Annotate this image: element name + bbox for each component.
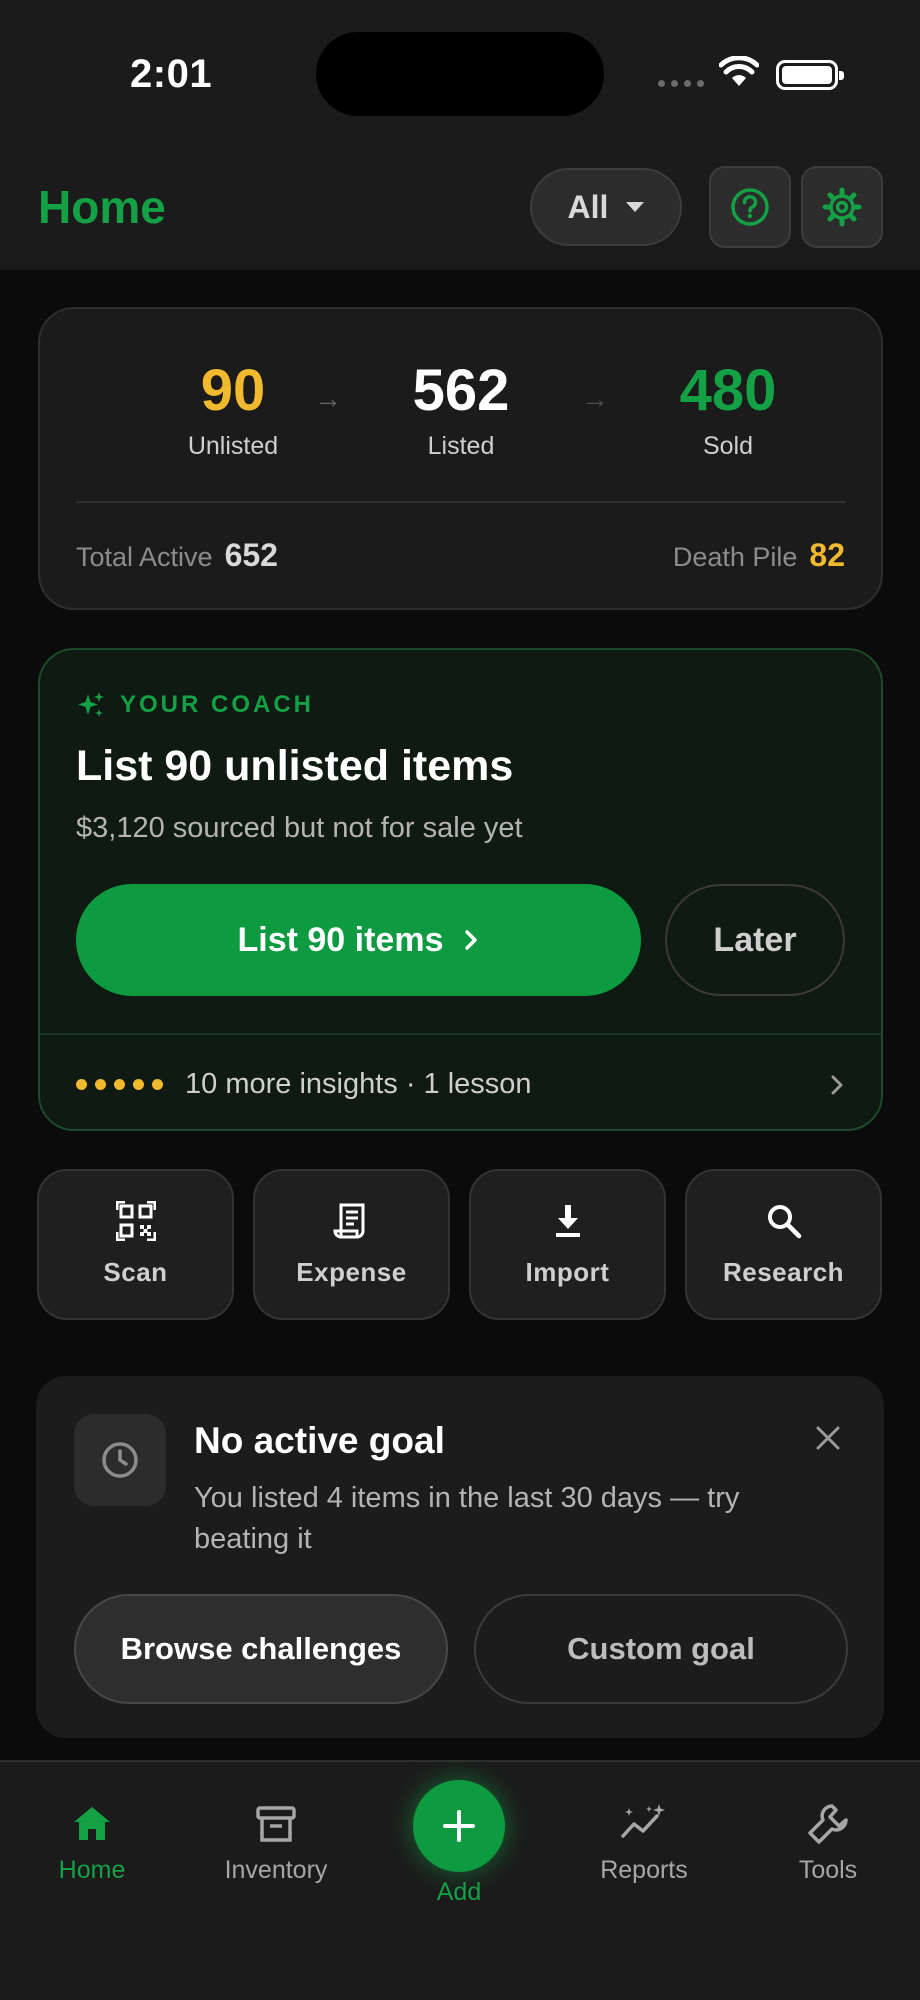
help-button[interactable] xyxy=(709,166,791,248)
home-screen: 2:01 Home All 90 Unlisted → 562 Listed →… xyxy=(0,0,920,2000)
coach-eyebrow-text: YOUR COACH xyxy=(120,691,315,718)
later-button[interactable]: Later xyxy=(665,884,845,996)
stat-unlisted[interactable]: 90 Unlisted xyxy=(133,357,333,461)
add-label[interactable]: Add xyxy=(409,1878,509,1907)
quick-action-expense[interactable]: Expense xyxy=(253,1169,450,1320)
death-pile[interactable]: Death Pile 82 xyxy=(673,537,845,574)
dynamic-island xyxy=(316,32,604,116)
list-items-button[interactable]: List 90 items xyxy=(76,884,641,996)
tab-tools[interactable]: Tools xyxy=(748,1802,908,1885)
receipt-icon xyxy=(332,1203,364,1239)
sparkles-icon xyxy=(78,692,104,717)
total-active: Total Active 652 xyxy=(76,537,278,574)
goal-card: No active goal You listed 4 items in the… xyxy=(36,1376,884,1738)
filter-label: All xyxy=(567,188,609,225)
custom-goal-button[interactable]: Custom goal xyxy=(474,1594,848,1704)
plus-icon xyxy=(443,1810,475,1842)
list-items-button-label: List 90 items xyxy=(237,920,444,959)
divider xyxy=(40,1033,881,1035)
coach-subtitle: $3,120 sourced but not for sale yet xyxy=(76,812,523,844)
wrench-icon xyxy=(808,1804,848,1844)
stat-listed-label: Listed xyxy=(427,432,495,460)
browse-challenges-button[interactable]: Browse challenges xyxy=(74,1594,448,1704)
page-title: Home xyxy=(38,181,166,233)
trend-sparkle-icon xyxy=(621,1804,665,1838)
goal-icon-box xyxy=(74,1414,166,1506)
quick-action-research[interactable]: Research xyxy=(685,1169,882,1320)
tab-label: Reports xyxy=(600,1856,688,1884)
quick-action-scan[interactable]: Scan xyxy=(37,1169,234,1320)
cellular-signal-icon xyxy=(658,80,704,87)
settings-button[interactable] xyxy=(801,166,883,248)
caret-down-icon xyxy=(626,202,645,212)
quick-action-label: Research xyxy=(722,1257,845,1287)
quick-action-label: Expense xyxy=(296,1257,407,1287)
insights-text: 10 more insights · 1 lesson xyxy=(185,1068,532,1100)
home-icon xyxy=(74,1807,110,1840)
total-active-value: 652 xyxy=(224,537,278,573)
add-button[interactable] xyxy=(413,1780,505,1872)
stat-sold-label: Sold xyxy=(702,432,754,460)
help-circle-icon xyxy=(731,188,769,226)
stat-sold-value: 480 xyxy=(679,358,777,423)
chevron-right-icon xyxy=(465,930,478,950)
clock-icon xyxy=(102,1442,138,1478)
divider xyxy=(76,501,845,503)
stat-unlisted-value: 90 xyxy=(200,358,266,423)
qr-scan-icon xyxy=(115,1201,156,1241)
chevron-right-icon xyxy=(831,1075,843,1094)
status-bar: 2:01 xyxy=(0,0,920,150)
archive-box-icon xyxy=(256,1806,296,1842)
arrow-right-icon: → xyxy=(581,383,609,414)
tab-bar: Home Inventory Add Reports Tools xyxy=(0,1760,920,2000)
death-pile-label: Death Pile xyxy=(672,542,798,572)
progress-dots-icon xyxy=(76,1079,163,1090)
pipeline-stats-card[interactable]: 90 Unlisted → 562 Listed → 480 Sold Tota… xyxy=(38,307,883,610)
arrow-right-icon: → xyxy=(314,383,342,414)
app-header: Home All xyxy=(0,150,920,270)
coach-title: List 90 unlisted items xyxy=(76,742,514,790)
status-time: 2:01 xyxy=(130,52,213,96)
tab-home[interactable]: Home xyxy=(12,1802,172,1885)
wifi-icon xyxy=(719,56,759,86)
quick-action-label: Import xyxy=(525,1257,610,1287)
download-icon xyxy=(555,1205,580,1237)
quick-action-import[interactable]: Import xyxy=(469,1169,666,1320)
death-pile-value: 82 xyxy=(809,537,845,573)
goal-description: You listed 4 items in the last 30 days —… xyxy=(194,1482,740,1555)
stat-listed-value: 562 xyxy=(412,358,510,423)
search-icon xyxy=(767,1205,801,1239)
goal-title: No active goal xyxy=(194,1420,445,1461)
coach-card: YOUR COACH List 90 unlisted items $3,120… xyxy=(38,648,883,1131)
tab-label: Home xyxy=(58,1856,126,1884)
filter-dropdown[interactable]: All xyxy=(530,168,682,246)
stat-unlisted-label: Unlisted xyxy=(187,432,279,460)
tab-reports[interactable]: Reports xyxy=(564,1802,724,1885)
gear-icon xyxy=(822,187,862,227)
tab-inventory[interactable]: Inventory xyxy=(196,1802,356,1885)
stat-listed[interactable]: 562 Listed xyxy=(361,357,561,461)
battery-icon xyxy=(776,60,844,90)
total-active-label: Total Active xyxy=(76,542,213,572)
tab-label: Tools xyxy=(798,1856,858,1884)
tab-label: Inventory xyxy=(224,1856,328,1884)
stats-footer: Total Active 652 Death Pile 82 xyxy=(76,537,845,574)
coach-eyebrow: YOUR COACH xyxy=(76,690,314,720)
stat-sold[interactable]: 480 Sold xyxy=(628,357,828,461)
quick-action-label: Scan xyxy=(103,1257,168,1287)
more-insights-row[interactable]: 10 more insights · 1 lesson xyxy=(76,1068,845,1101)
close-icon[interactable] xyxy=(814,1424,842,1452)
